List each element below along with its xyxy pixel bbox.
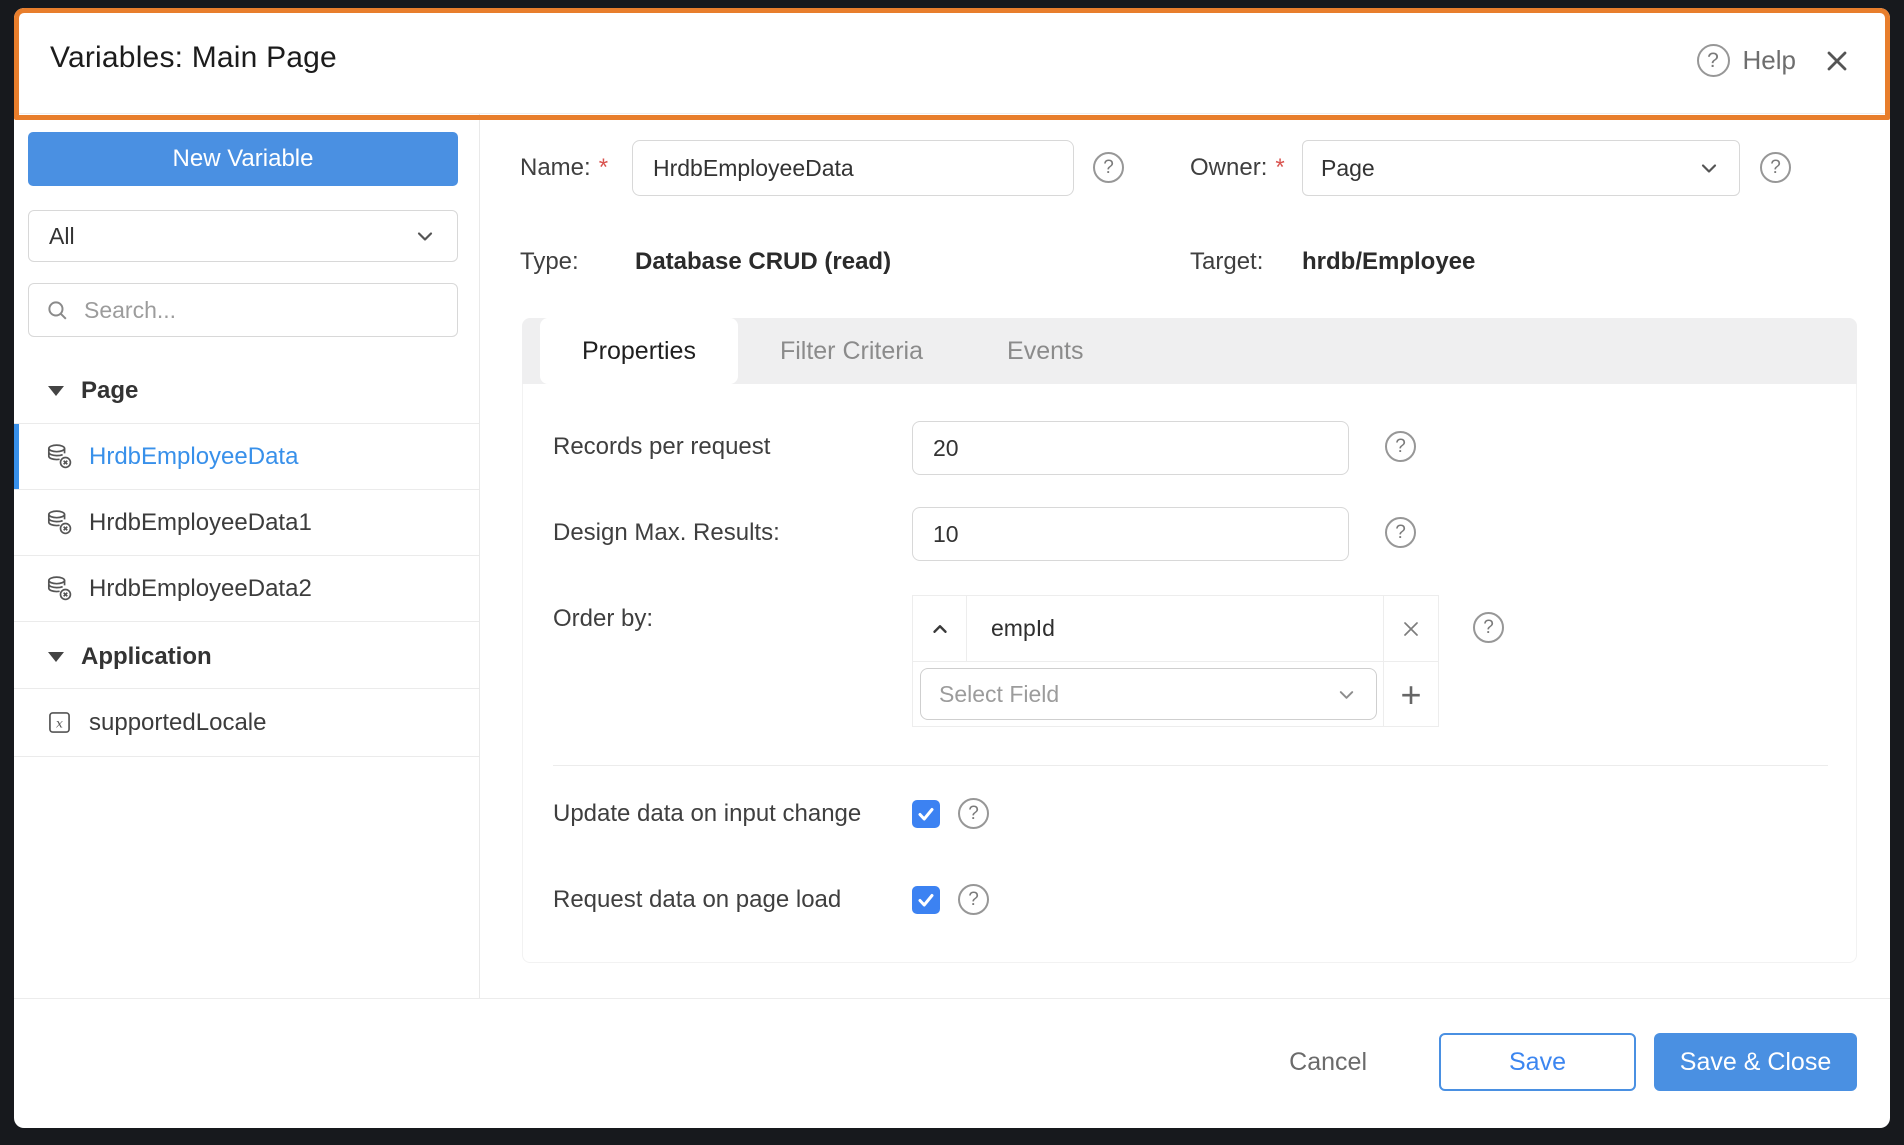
- request-on-load-checkbox[interactable]: [912, 886, 940, 914]
- search-input[interactable]: [84, 296, 441, 324]
- type-value: Database CRUD (read): [635, 248, 892, 275]
- check-icon: [916, 804, 936, 824]
- sidebar-item-hrdbemployeedata[interactable]: HrdbEmployeeData: [14, 423, 479, 489]
- order-direction-button[interactable]: [913, 596, 967, 661]
- page-section-header[interactable]: Page: [14, 362, 479, 420]
- required-asterisk: *: [1275, 154, 1285, 181]
- tab-filter-criteria[interactable]: Filter Criteria: [738, 318, 965, 384]
- name-label: Name: *: [520, 154, 609, 181]
- dialog-header: Variables: Main Page ? Help: [14, 8, 1890, 114]
- variable-name: HrdbEmployeeData: [89, 442, 299, 470]
- name-input[interactable]: [632, 140, 1074, 196]
- application-section-header[interactable]: Application: [14, 626, 479, 688]
- order-field-value: empId: [991, 615, 1055, 641]
- new-variable-button[interactable]: New Variable: [28, 132, 458, 186]
- sidebar-item-hrdbemployeedata1[interactable]: HrdbEmployeeData1: [14, 489, 479, 555]
- type-label: Type:: [520, 248, 579, 275]
- section-divider: [553, 765, 1828, 766]
- chevron-up-icon: [929, 618, 951, 640]
- close-button[interactable]: [1822, 46, 1852, 76]
- target-label: Target:: [1190, 248, 1264, 275]
- database-icon: [46, 443, 73, 470]
- caret-down-icon: [48, 652, 64, 662]
- update-on-input-checkbox[interactable]: [912, 800, 940, 828]
- order-by-label: Order by:: [553, 605, 654, 632]
- variable-name: supportedLocale: [89, 708, 267, 736]
- save-and-close-button[interactable]: Save & Close: [1654, 1033, 1857, 1091]
- variable-filter-select[interactable]: All: [28, 210, 458, 262]
- variable-icon: x: [46, 709, 73, 736]
- database-icon: [46, 575, 73, 602]
- tab-bar: Properties Filter Criteria Events: [522, 318, 1857, 384]
- help-label[interactable]: Help: [1743, 45, 1796, 76]
- check-icon: [916, 890, 936, 910]
- section-label: Application: [81, 643, 212, 670]
- properties-tab-content: Records per request ? Design Max. Result…: [522, 384, 1857, 963]
- request-on-load-label: Request data on page load: [553, 886, 842, 913]
- required-asterisk: *: [598, 154, 609, 181]
- application-variable-list: x supportedLocale: [14, 688, 479, 757]
- dialog-footer: Cancel Save Save & Close: [1289, 1033, 1857, 1091]
- sidebar-item-hrdbemployeedata2[interactable]: HrdbEmployeeData2: [14, 555, 479, 621]
- target-value: hrdb/Employee: [1302, 248, 1476, 275]
- update-on-input-help-icon[interactable]: ?: [958, 798, 989, 829]
- chevron-down-icon: [1697, 156, 1721, 180]
- remove-icon: [1399, 617, 1423, 641]
- variables-sidebar: New Variable All Page: [14, 114, 480, 998]
- variable-filter-value: All: [49, 222, 75, 249]
- order-by-help-icon[interactable]: ?: [1473, 612, 1504, 643]
- caret-down-icon: [48, 386, 64, 396]
- help-button[interactable]: ? Help: [1696, 44, 1796, 77]
- owner-select[interactable]: Page: [1302, 140, 1740, 196]
- design-max-results-help-icon[interactable]: ?: [1385, 517, 1416, 548]
- remove-order-field-button[interactable]: [1383, 596, 1438, 661]
- tab-events[interactable]: Events: [965, 318, 1125, 384]
- search-icon: [45, 298, 70, 323]
- close-icon[interactable]: [1822, 46, 1852, 76]
- chevron-down-icon: [413, 224, 437, 248]
- update-on-input-label: Update data on input change: [553, 800, 862, 827]
- select-field-dropdown[interactable]: Select Field: [920, 668, 1377, 720]
- chevron-down-icon: [1335, 683, 1358, 706]
- database-icon: [46, 509, 73, 536]
- records-per-request-input[interactable]: [912, 421, 1349, 475]
- section-label: Page: [81, 377, 139, 404]
- tab-properties[interactable]: Properties: [540, 318, 738, 384]
- records-per-request-help-icon[interactable]: ?: [1385, 431, 1416, 462]
- variable-search: [28, 283, 458, 337]
- request-on-load-help-icon[interactable]: ?: [958, 884, 989, 915]
- cancel-button[interactable]: Cancel: [1289, 1048, 1367, 1077]
- save-button[interactable]: Save: [1439, 1033, 1636, 1091]
- variable-name: HrdbEmployeeData1: [89, 508, 312, 536]
- records-per-request-label: Records per request: [553, 433, 771, 460]
- order-by-widget: empId Select Field +: [912, 595, 1439, 727]
- sidebar-item-supportedlocale[interactable]: x supportedLocale: [14, 688, 479, 756]
- owner-value: Page: [1321, 154, 1375, 181]
- add-order-field-button[interactable]: +: [1383, 662, 1438, 727]
- design-max-results-label: Design Max. Results:: [553, 519, 780, 546]
- svg-text:x: x: [56, 716, 63, 730]
- name-help-icon[interactable]: ?: [1093, 152, 1124, 183]
- owner-label: Owner: *: [1190, 154, 1285, 181]
- select-field-placeholder: Select Field: [939, 680, 1060, 707]
- footer-divider: [14, 998, 1890, 999]
- variable-name: HrdbEmployeeData2: [89, 574, 312, 602]
- plus-icon: +: [1400, 673, 1422, 715]
- page-variable-list: HrdbEmployeeData HrdbEmployeeData1 HrdbE…: [14, 423, 479, 622]
- design-max-results-input[interactable]: [912, 507, 1349, 561]
- help-icon[interactable]: ?: [1696, 44, 1730, 77]
- variable-settings-panel: Properties Filter Criteria Events Record…: [522, 318, 1857, 963]
- owner-help-icon[interactable]: ?: [1760, 152, 1791, 183]
- variables-dialog: Variables: Main Page ? Help New Variable…: [14, 8, 1890, 1128]
- page-title: Variables: Main Page: [50, 41, 337, 74]
